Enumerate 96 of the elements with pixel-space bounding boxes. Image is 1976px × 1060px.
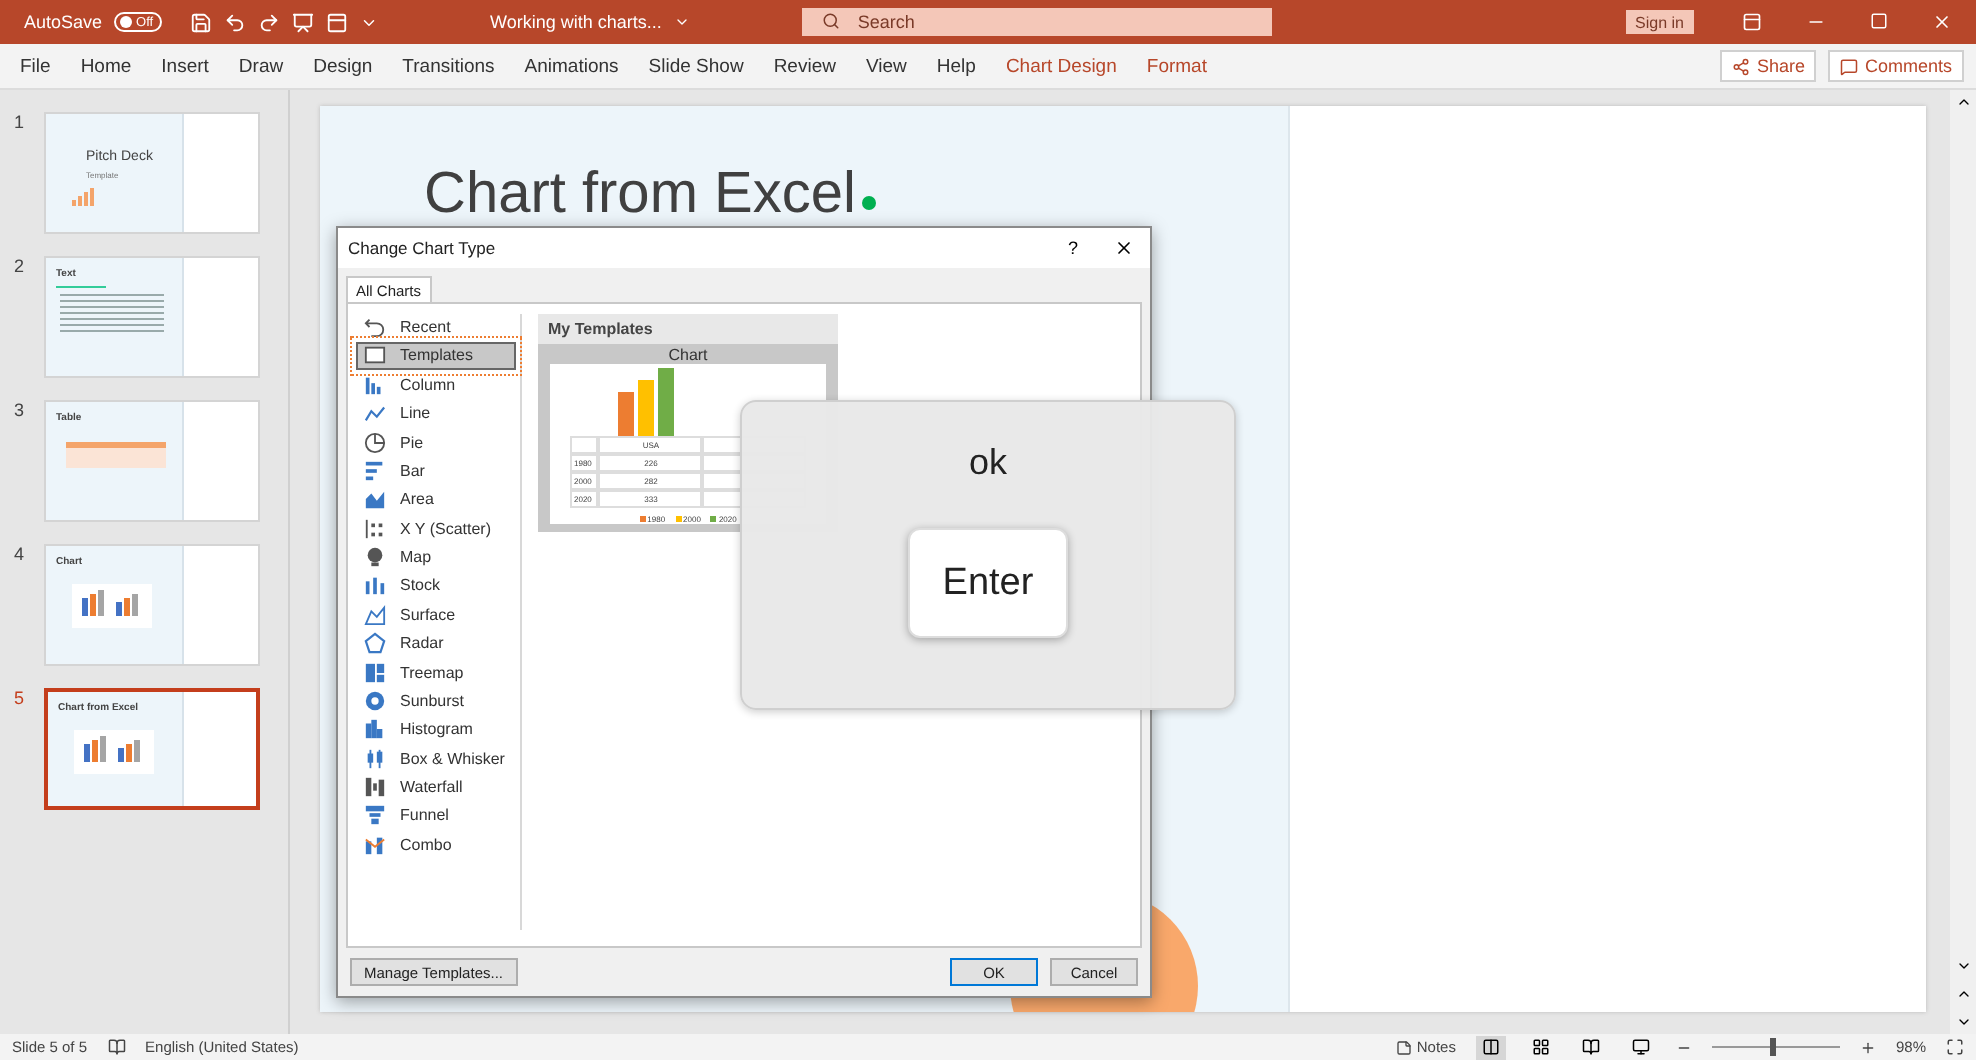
- chart-type-item[interactable]: Sunburst: [356, 687, 516, 715]
- close-icon[interactable]: [1114, 238, 1134, 258]
- chart-type-item[interactable]: Column: [356, 371, 516, 398]
- ribbon-tab[interactable]: Draw: [238, 55, 284, 77]
- chart-type-item[interactable]: Templates: [356, 342, 516, 370]
- comments-button[interactable]: Comments: [1828, 50, 1964, 82]
- ribbon-tab[interactable]: Animations: [524, 55, 619, 77]
- chart-type-item[interactable]: Waterfall: [356, 774, 516, 801]
- chart-type-item[interactable]: Area: [356, 486, 516, 513]
- scatter-chart-icon: [364, 517, 386, 540]
- ribbon-tab[interactable]: Design: [313, 55, 373, 77]
- chart-drawing: [74, 730, 154, 774]
- scroll-down-icon[interactable]: [1955, 958, 1971, 974]
- stock-chart-icon: [364, 574, 386, 597]
- chart-type-item[interactable]: Bar: [356, 457, 516, 485]
- chart-type-item[interactable]: Treemap: [356, 659, 516, 686]
- enter-key[interactable]: Enter: [908, 528, 1068, 638]
- waterfall-chart-icon: [364, 776, 386, 799]
- table-drawing: [66, 442, 166, 470]
- ribbon-tab[interactable]: Transitions: [402, 55, 495, 77]
- treemap-chart-icon: [364, 661, 386, 684]
- chart-type-item[interactable]: Stock: [356, 572, 516, 600]
- chart-type-item[interactable]: Box & Whisker: [356, 745, 516, 772]
- sign-in-button[interactable]: Sign in: [1625, 10, 1694, 34]
- sunburst-chart-icon: [364, 689, 386, 712]
- box-whisker-icon: [364, 747, 386, 770]
- pie-chart-icon: [364, 431, 386, 454]
- chart-type-item[interactable]: Combo: [356, 831, 516, 858]
- bar-growth-icon: [72, 186, 96, 206]
- chart-type-item[interactable]: Recent: [356, 314, 516, 341]
- save-icon[interactable]: [190, 11, 213, 33]
- ribbon-tab[interactable]: Slide Show: [648, 55, 744, 77]
- ribbon-tab[interactable]: View: [865, 55, 907, 77]
- ribbon-tab[interactable]: Home: [80, 55, 132, 77]
- ribbon-tab[interactable]: Chart Design: [1005, 55, 1117, 77]
- ribbon-tab[interactable]: File: [20, 55, 51, 77]
- chart-type-item[interactable]: Line: [356, 400, 516, 427]
- line-chart-icon: [364, 402, 386, 425]
- slide-number: 5: [14, 688, 27, 708]
- fit-slide-icon[interactable]: [1946, 1038, 1964, 1056]
- section-title: My Templates: [538, 314, 838, 344]
- chart-type-item[interactable]: Map: [356, 544, 516, 571]
- area-chart-icon: [364, 488, 386, 511]
- chart-type-item[interactable]: Funnel: [356, 802, 516, 830]
- bar-chart-drawing: [618, 364, 678, 436]
- chart-type-item[interactable]: Radar: [356, 630, 516, 657]
- book-icon[interactable]: [107, 1038, 126, 1056]
- share-button[interactable]: Share: [1720, 50, 1817, 82]
- search-icon: [821, 12, 840, 30]
- next-slide-icon[interactable]: [1955, 1014, 1971, 1030]
- window-icon[interactable]: [326, 11, 349, 33]
- radar-chart-icon: [364, 632, 386, 655]
- chart-type-item[interactable]: Pie: [356, 429, 516, 456]
- slide-number: 4: [14, 544, 27, 564]
- chart-title: Chart: [668, 346, 708, 364]
- undo-arrow-icon: [364, 316, 386, 339]
- autosave-label: AutoSave: [24, 12, 103, 32]
- previous-slide-icon[interactable]: [1955, 986, 1971, 1002]
- text-lines-drawing: [56, 286, 166, 338]
- share-icon: [1732, 57, 1751, 75]
- slide-number: 2: [14, 256, 27, 276]
- chart-type-item[interactable]: Surface: [356, 601, 516, 628]
- ribbon-tab[interactable]: Insert: [161, 55, 209, 77]
- chart-type-item[interactable]: X Y (Scatter): [356, 515, 516, 542]
- caret-icon[interactable]: [673, 14, 690, 30]
- help-button[interactable]: ?: [1067, 238, 1078, 258]
- table-cell: [570, 436, 598, 454]
- normal-view-button[interactable]: [1475, 1035, 1506, 1059]
- bar-chart-icon: [364, 459, 386, 482]
- undo-icon[interactable]: [224, 11, 247, 33]
- surface-chart-icon: [364, 603, 386, 626]
- search-field[interactable]: Search: [801, 8, 1272, 36]
- redo-icon[interactable]: [258, 11, 281, 33]
- ribbon-tab[interactable]: Format: [1146, 55, 1207, 77]
- notes-icon: [1396, 1039, 1413, 1055]
- ribbon-tab[interactable]: Help: [936, 55, 976, 77]
- zoom-in-icon[interactable]: [1859, 1039, 1876, 1055]
- histogram-icon: [364, 718, 386, 741]
- dot-icon: [861, 196, 876, 210]
- scroll-up-icon[interactable]: [1955, 94, 1971, 110]
- chart-type-item[interactable]: Histogram: [356, 716, 516, 743]
- maximize-icon[interactable]: [1870, 12, 1888, 30]
- presentation-icon[interactable]: [292, 11, 315, 33]
- slide-title[interactable]: Chart from Excel: [424, 162, 856, 228]
- dialog-title: Change Chart Type: [348, 238, 498, 258]
- slide-number: 1: [14, 112, 27, 132]
- funnel-chart-icon: [364, 804, 386, 827]
- column-chart-icon: [364, 373, 386, 396]
- slide-number: 3: [14, 400, 27, 420]
- comment-icon: [1840, 57, 1859, 75]
- keystroke-caption: ok: [968, 442, 1007, 484]
- chart-drawing: [72, 584, 152, 628]
- ribbon-tab[interactable]: Review: [773, 55, 836, 77]
- document-title[interactable]: Working with charts...: [490, 12, 662, 32]
- ribbon-display-icon[interactable]: [1742, 12, 1762, 32]
- combo-chart-icon: [364, 833, 386, 856]
